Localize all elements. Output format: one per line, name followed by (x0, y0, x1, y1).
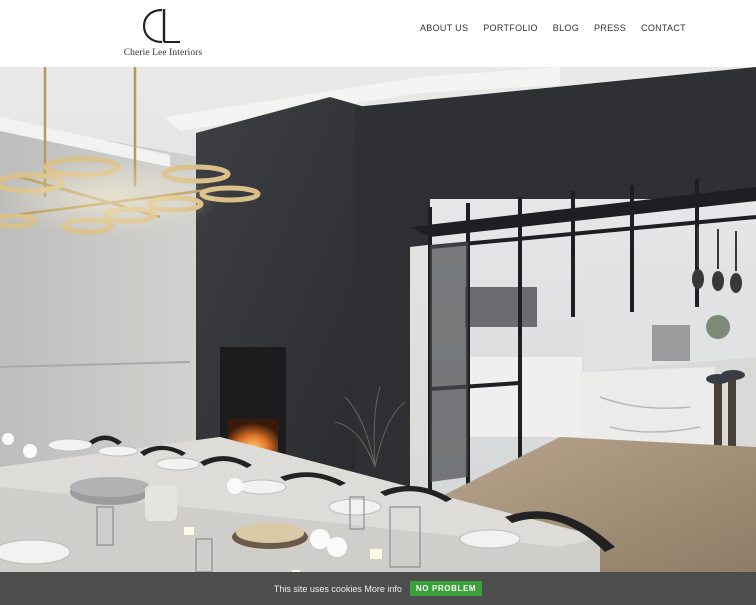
cookie-accept-button[interactable]: NO PROBLEM (409, 581, 483, 596)
nav-portfolio[interactable]: PORTFOLIO (481, 22, 540, 34)
main-nav: ABOUT US PORTFOLIO BLOG PRESS CONTACT (418, 22, 699, 34)
hero-image (0, 67, 756, 605)
logo-monogram-icon (142, 8, 180, 44)
nav-press[interactable]: PRESS (592, 22, 628, 34)
nav-blog[interactable]: BLOG (551, 22, 581, 34)
nav-contact[interactable]: CONTACT (639, 22, 688, 34)
nav-about-us[interactable]: ABOUT US (418, 22, 470, 34)
cookie-bar: This site uses cookies More info NO PROB… (0, 572, 756, 605)
cookie-more-info-link[interactable]: More info (364, 584, 402, 594)
cookie-message: This site uses cookies More info (274, 584, 402, 594)
cookie-message-text: This site uses cookies (273, 583, 362, 594)
hero-photo (0, 67, 756, 605)
logo-wordmark: Cherie Lee Interiors (123, 48, 203, 58)
logo[interactable]: Cherie Lee Interiors (118, 6, 208, 62)
site-header: Cherie Lee Interiors ABOUT US PORTFOLIO … (0, 0, 756, 67)
